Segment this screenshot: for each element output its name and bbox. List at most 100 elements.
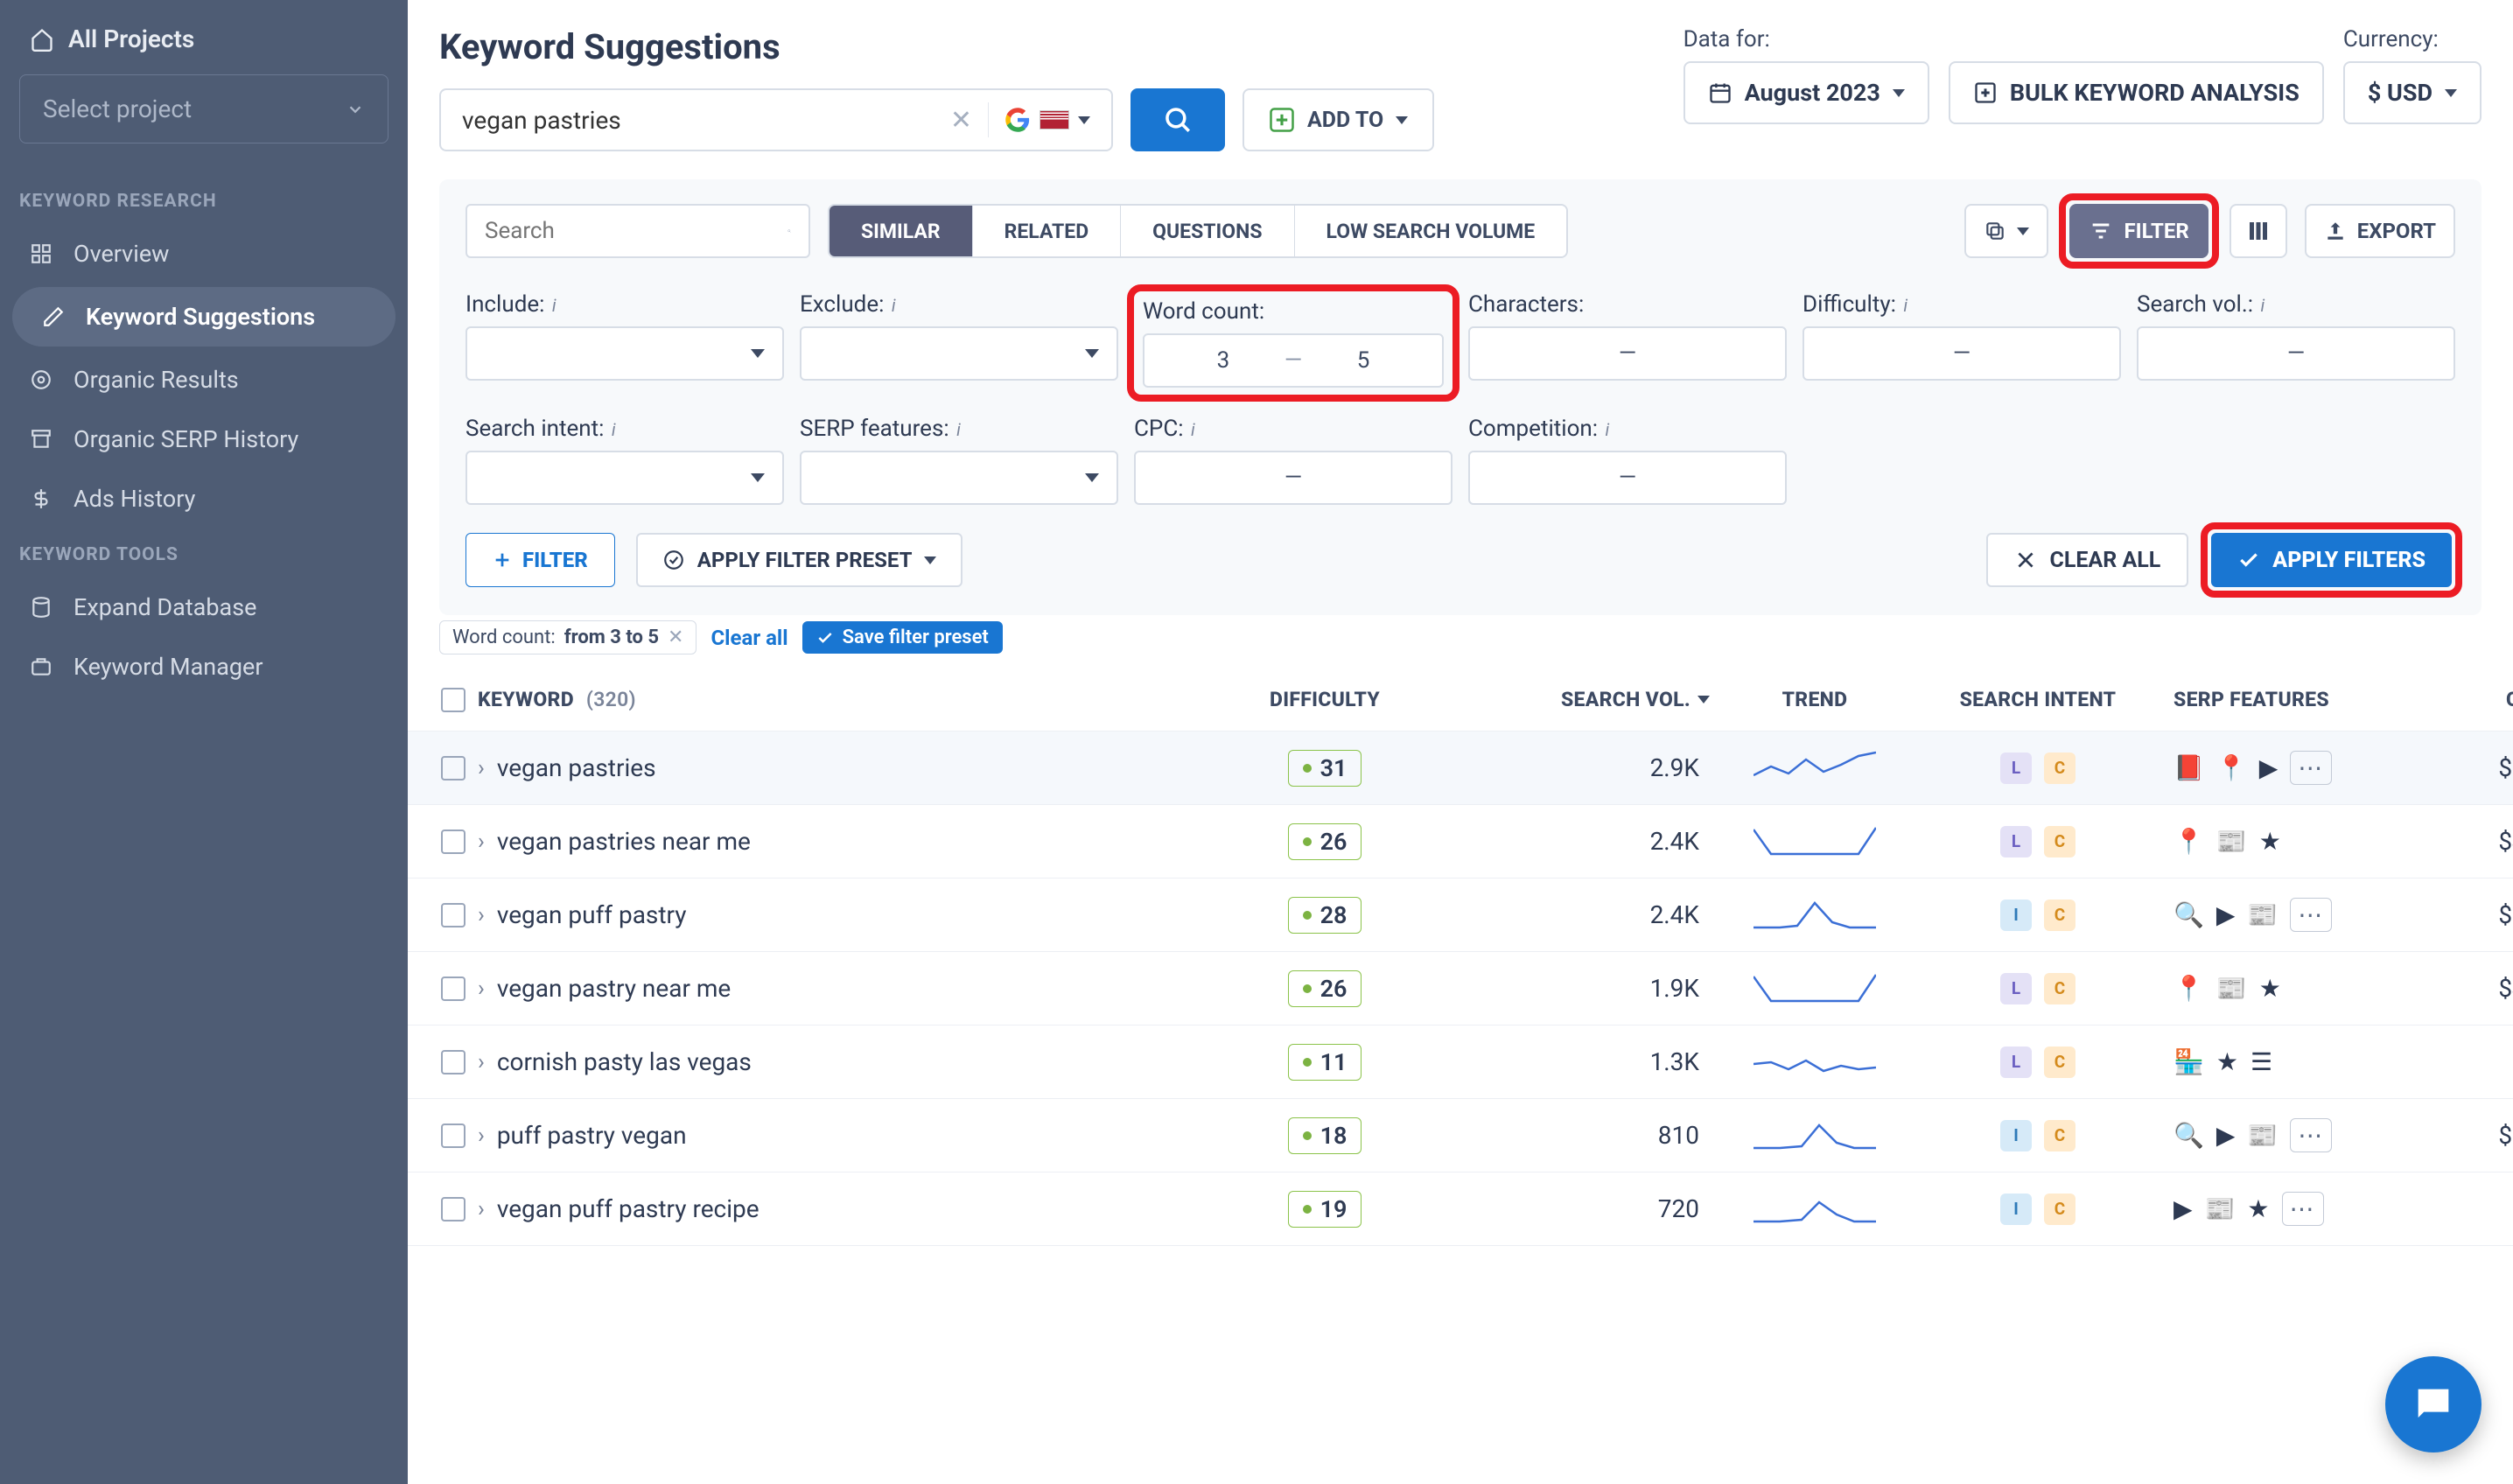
nav-expand-database[interactable]: Expand Database bbox=[0, 578, 408, 637]
intent-badge-c: C bbox=[2044, 1120, 2076, 1152]
expand-row-icon[interactable]: › bbox=[478, 1196, 485, 1222]
search-button[interactable] bbox=[1130, 88, 1225, 151]
tab-questions[interactable]: QUESTIONS bbox=[1121, 206, 1294, 256]
th-search-vol[interactable]: SEARCH VOL. bbox=[1561, 688, 1690, 711]
chip-wordcount[interactable]: Word count: from 3 to 5 ✕ bbox=[439, 620, 696, 654]
row-checkbox[interactable] bbox=[441, 830, 466, 854]
expand-row-icon[interactable]: › bbox=[478, 976, 485, 1002]
search-vol-value: 1.3K bbox=[1650, 1047, 1699, 1076]
th-cpc[interactable]: CPC bbox=[2506, 688, 2513, 711]
add-filter-label: FILTER bbox=[522, 548, 588, 572]
filter-intent-input[interactable] bbox=[466, 451, 784, 505]
table-search-input[interactable] bbox=[485, 218, 777, 244]
difficulty-pill: 11 bbox=[1288, 1044, 1362, 1081]
export-button[interactable]: EXPORT bbox=[2305, 204, 2455, 258]
intent-badge-i: I bbox=[2000, 1194, 2032, 1225]
add-to-button[interactable]: ADD TO bbox=[1242, 88, 1434, 151]
section-keyword-tools: KEYWORD TOOLS bbox=[0, 528, 408, 578]
search-engine-selector[interactable] bbox=[1004, 107, 1090, 133]
filter-exclude-input[interactable] bbox=[800, 326, 1118, 381]
nav-keyword-manager[interactable]: Keyword Manager bbox=[0, 637, 408, 696]
serp-feature-icon: 📰 bbox=[2216, 974, 2247, 1003]
intent-badge-l: L bbox=[2000, 826, 2032, 858]
all-projects-link[interactable]: All Projects bbox=[0, 18, 408, 74]
keyword-text: vegan pastries bbox=[497, 753, 656, 782]
row-checkbox[interactable] bbox=[441, 903, 466, 928]
clear-all-link[interactable]: Clear all bbox=[710, 626, 788, 650]
columns-button[interactable] bbox=[2230, 204, 2287, 258]
expand-row-icon[interactable]: › bbox=[478, 1049, 485, 1075]
row-checkbox[interactable] bbox=[441, 756, 466, 780]
bulk-analysis-button[interactable]: BULK KEYWORD ANALYSIS bbox=[1949, 61, 2324, 124]
copy-button[interactable] bbox=[1964, 204, 2048, 258]
filter-searchvol-input[interactable]: — bbox=[2137, 326, 2455, 381]
date-picker-button[interactable]: August 2023 bbox=[1684, 61, 1929, 124]
currency-selector[interactable]: $ USD bbox=[2343, 61, 2482, 124]
serp-feature-icon: 📰 bbox=[2247, 900, 2278, 929]
filter-serp-input[interactable] bbox=[800, 451, 1118, 505]
clear-search-icon[interactable]: ✕ bbox=[950, 105, 972, 136]
th-difficulty[interactable]: DIFFICULTY bbox=[1270, 688, 1380, 711]
row-checkbox[interactable] bbox=[441, 1050, 466, 1074]
bulk-analysis-label: BULK KEYWORD ANALYSIS bbox=[2010, 79, 2300, 107]
nav-overview[interactable]: Overview bbox=[0, 224, 408, 284]
row-checkbox[interactable] bbox=[441, 1124, 466, 1148]
tab-similar[interactable]: SIMILAR bbox=[830, 206, 973, 256]
keyword-text: vegan pastry near me bbox=[497, 974, 731, 1003]
th-keyword[interactable]: KEYWORD bbox=[478, 688, 574, 711]
more-serp-icon[interactable]: ⋯ bbox=[2290, 1118, 2332, 1152]
intent-badge-i: I bbox=[2000, 900, 2032, 931]
serp-feature-icon: ★ bbox=[2216, 1047, 2238, 1076]
search-icon bbox=[1163, 105, 1193, 135]
expand-row-icon[interactable]: › bbox=[478, 1123, 485, 1149]
search-vol-value: 1.9K bbox=[1650, 974, 1699, 1003]
row-checkbox[interactable] bbox=[441, 1197, 466, 1222]
chip-remove-icon[interactable]: ✕ bbox=[668, 626, 683, 648]
expand-row-icon[interactable]: › bbox=[478, 755, 485, 781]
filter-toggle-button[interactable]: FILTER bbox=[2069, 204, 2208, 258]
filter-characters-input[interactable]: — bbox=[1468, 326, 1787, 381]
home-icon bbox=[30, 27, 54, 52]
nav-label: Keyword Suggestions bbox=[86, 303, 315, 331]
serp-feature-icon: 📰 bbox=[2216, 827, 2247, 856]
dollar-icon bbox=[28, 486, 54, 512]
apply-filters-button[interactable]: APPLY FILTERS bbox=[2211, 533, 2452, 587]
search-vol-value: 720 bbox=[1658, 1194, 1699, 1223]
serp-feature-icon: 📕 bbox=[2174, 753, 2204, 782]
nav-organic-results[interactable]: Organic Results bbox=[0, 350, 408, 410]
nav-ads-history[interactable]: Ads History bbox=[0, 469, 408, 528]
clear-all-button[interactable]: CLEAR ALL bbox=[1986, 533, 2188, 587]
copy-icon bbox=[1984, 220, 2006, 242]
keyword-search-input[interactable] bbox=[462, 106, 934, 135]
intent-badge-l: L bbox=[2000, 1046, 2032, 1078]
expand-row-icon[interactable]: › bbox=[478, 829, 485, 855]
expand-row-icon[interactable]: › bbox=[478, 902, 485, 928]
table-row: › puff pastry vegan 18 810 IC 🔍▶📰⋯ $1.5 bbox=[408, 1099, 2513, 1172]
more-serp-icon[interactable]: ⋯ bbox=[2282, 1192, 2324, 1226]
tab-low-search-volume[interactable]: LOW SEARCH VOLUME bbox=[1295, 206, 1567, 256]
serp-feature-icon: 🏪 bbox=[2174, 1047, 2204, 1076]
filter-cpc-input[interactable]: — bbox=[1134, 451, 1452, 505]
th-intent[interactable]: SEARCH INTENT bbox=[1960, 688, 2117, 711]
save-preset-button[interactable]: Save filter preset bbox=[802, 621, 1003, 654]
chat-widget[interactable] bbox=[2385, 1356, 2482, 1452]
filter-include-input[interactable] bbox=[466, 326, 784, 381]
nav-keyword-suggestions[interactable]: Keyword Suggestions bbox=[12, 287, 396, 346]
chat-icon bbox=[2411, 1382, 2456, 1427]
more-serp-icon[interactable]: ⋯ bbox=[2290, 898, 2332, 932]
select-all-checkbox[interactable] bbox=[441, 688, 466, 712]
row-checkbox[interactable] bbox=[441, 976, 466, 1001]
search-vol-value: 2.4K bbox=[1650, 900, 1699, 929]
apply-preset-button[interactable]: APPLY FILTER PRESET bbox=[636, 533, 963, 587]
serp-feature-icon: ☰ bbox=[2250, 1047, 2272, 1076]
more-serp-icon[interactable]: ⋯ bbox=[2290, 751, 2332, 785]
filter-wordcount-input[interactable]: 3 — 5 bbox=[1143, 333, 1444, 388]
filter-difficulty-input[interactable]: — bbox=[1802, 326, 2121, 381]
th-serp[interactable]: SERP FEATURES bbox=[2174, 688, 2329, 711]
th-trend[interactable]: TREND bbox=[1782, 688, 1848, 711]
project-select[interactable]: Select project bbox=[19, 74, 388, 144]
nav-serp-history[interactable]: Organic SERP History bbox=[0, 410, 408, 469]
filter-competition-input[interactable]: — bbox=[1468, 451, 1787, 505]
add-filter-button[interactable]: FILTER bbox=[466, 533, 615, 587]
tab-related[interactable]: RELATED bbox=[973, 206, 1122, 256]
